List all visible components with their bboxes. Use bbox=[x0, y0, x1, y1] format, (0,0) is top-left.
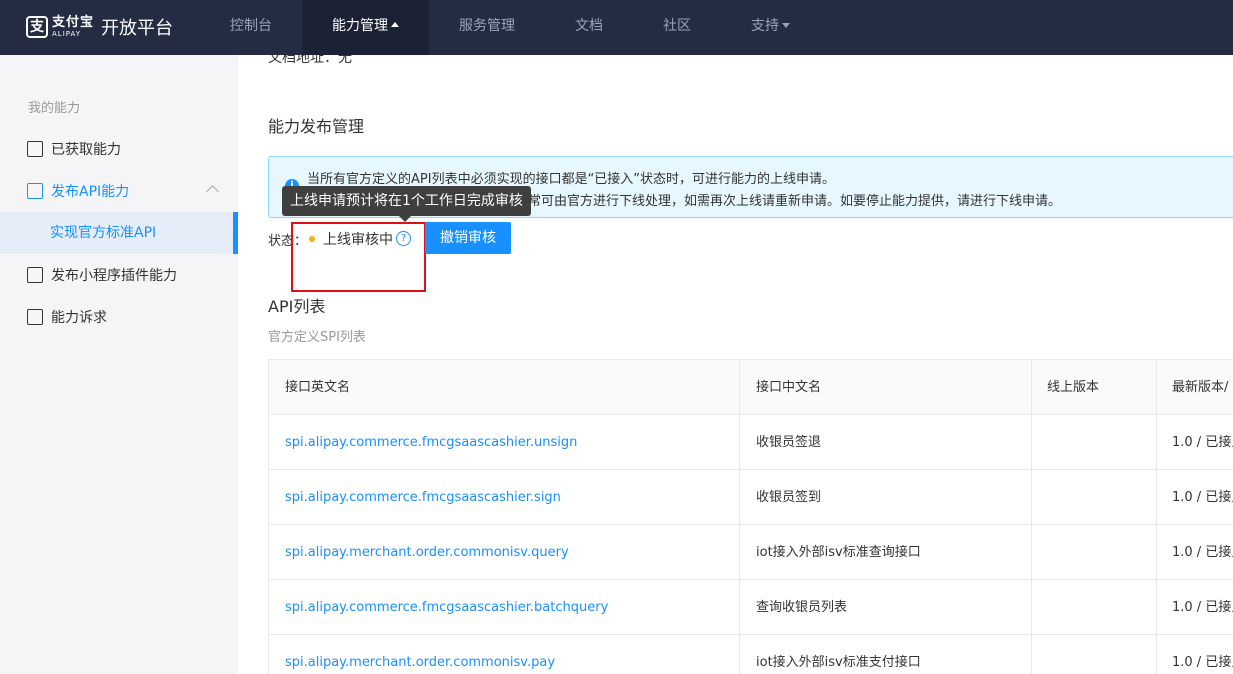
sidebar-item-label: 发布API能力 bbox=[51, 184, 130, 200]
sidebar-item-label: 发布小程序插件能力 bbox=[51, 268, 177, 284]
revoke-review-button[interactable]: 撤销审核 bbox=[425, 222, 511, 254]
sidebar-item-miniapp-plugin[interactable]: 发布小程序插件能力 bbox=[0, 254, 238, 296]
header-latest-version: 最新版本/ bbox=[1172, 380, 1229, 395]
api-online-version bbox=[1047, 470, 1167, 525]
sidebar-item-label: 已获取能力 bbox=[51, 142, 121, 158]
nav-docs-label: 文档 bbox=[575, 18, 603, 34]
api-publish-icon bbox=[27, 183, 43, 199]
api-latest-version: 1.0 / 已接入 bbox=[1172, 655, 1233, 670]
nav-capability-management[interactable]: 能力管理 bbox=[302, 0, 429, 55]
doc-address: 文档地址：无 bbox=[268, 55, 352, 66]
api-cn-name: 收银员签退 bbox=[756, 435, 822, 450]
main-content: 文档地址：无 能力发布管理 i 当所有官方定义的API列表中必须实现的接口都是“… bbox=[238, 55, 1233, 674]
platform-title[interactable]: 开放平台 bbox=[101, 14, 173, 40]
highlight-box bbox=[291, 222, 426, 292]
header-cn-name: 接口中文名 bbox=[756, 380, 822, 395]
nav-support-label: 支持 bbox=[751, 18, 779, 34]
api-latest-version: 1.0 / 已接入 bbox=[1172, 435, 1233, 450]
sidebar-item-official-api[interactable]: 实现官方标准API bbox=[0, 212, 238, 254]
api-en-link[interactable]: spi.alipay.merchant.order.commonisv.pay bbox=[285, 635, 735, 674]
request-icon bbox=[27, 309, 43, 325]
header-en-name: 接口英文名 bbox=[285, 380, 351, 395]
table-row: spi.alipay.commerce.fmcgsaascashier.unsi… bbox=[269, 415, 1233, 470]
section-title: 能力发布管理 bbox=[268, 117, 365, 136]
caret-up-icon bbox=[391, 22, 399, 27]
api-online-version bbox=[1047, 580, 1167, 635]
capability-icon bbox=[27, 141, 43, 157]
alipay-logo[interactable]: 支 支付宝 ALIPAY bbox=[26, 13, 94, 41]
api-online-version bbox=[1047, 415, 1167, 470]
logo-en-text: ALIPAY bbox=[52, 30, 82, 38]
api-list-subtitle: 官方定义SPI列表 bbox=[268, 330, 366, 345]
table-row: spi.alipay.commerce.fmcgsaascashier.batc… bbox=[269, 580, 1233, 635]
nav-service-management[interactable]: 服务管理 bbox=[429, 0, 545, 55]
nav-support[interactable]: 支持 bbox=[721, 0, 820, 55]
api-en-link[interactable]: spi.alipay.commerce.fmcgsaascashier.unsi… bbox=[285, 415, 735, 470]
api-table: 接口英文名 接口中文名 线上版本 最新版本/ spi.alipay.commer… bbox=[268, 359, 1233, 674]
alipay-logo-icon: 支 bbox=[26, 16, 48, 38]
caret-down-icon bbox=[782, 22, 790, 28]
header-online-version: 线上版本 bbox=[1047, 380, 1100, 395]
sidebar-item-label: 能力诉求 bbox=[51, 310, 107, 326]
sidebar: 我的能力 已获取能力 发布API能力 实现官方标准API 发布小程序插件能力 能… bbox=[0, 55, 238, 674]
api-en-link[interactable]: spi.alipay.merchant.order.commonisv.quer… bbox=[285, 525, 735, 580]
table-row: spi.alipay.merchant.order.commonisv.pay … bbox=[269, 635, 1233, 674]
nav-service-label: 服务管理 bbox=[459, 18, 515, 34]
api-cn-name: iot接入外部isv标准查询接口 bbox=[756, 545, 921, 560]
alert-line-1: 当所有官方定义的API列表中必须实现的接口都是“已接入”状态时，可进行能力的上线… bbox=[307, 172, 836, 187]
table-row: spi.alipay.merchant.order.commonisv.quer… bbox=[269, 525, 1233, 580]
api-cn-name: 查询收银员列表 bbox=[756, 600, 848, 615]
api-latest-version: 1.0 / 已接入 bbox=[1172, 600, 1233, 615]
sidebar-item-request[interactable]: 能力诉求 bbox=[0, 296, 238, 338]
nav-docs[interactable]: 文档 bbox=[545, 0, 633, 55]
nav-community-label: 社区 bbox=[663, 18, 691, 34]
api-list-title: API列表 bbox=[268, 297, 326, 316]
logo-cn-text: 支付宝 bbox=[52, 15, 95, 30]
main-nav: 控制台 能力管理 服务管理 文档 社区 支持 bbox=[200, 0, 820, 55]
plugin-icon bbox=[27, 267, 43, 283]
top-nav-bar: 支 支付宝 ALIPAY 开放平台 控制台 能力管理 服务管理 文档 社区 支持 bbox=[0, 0, 1233, 55]
api-latest-version: 1.0 / 已接入 bbox=[1172, 545, 1233, 560]
nav-console[interactable]: 控制台 bbox=[200, 0, 302, 55]
nav-capability-label: 能力管理 bbox=[332, 18, 388, 34]
chevron-up-icon bbox=[206, 185, 219, 198]
api-en-link[interactable]: spi.alipay.commerce.fmcgsaascashier.sign bbox=[285, 470, 735, 525]
nav-community[interactable]: 社区 bbox=[633, 0, 721, 55]
table-header-row: 接口英文名 接口中文名 线上版本 最新版本/ bbox=[269, 360, 1233, 415]
sidebar-item-publish-api[interactable]: 发布API能力 bbox=[0, 170, 238, 212]
api-en-link[interactable]: spi.alipay.commerce.fmcgsaascashier.batc… bbox=[285, 580, 735, 635]
sidebar-item-acquired[interactable]: 已获取能力 bbox=[0, 128, 238, 170]
api-cn-name: iot接入外部isv标准支付接口 bbox=[756, 655, 921, 670]
api-online-version bbox=[1047, 525, 1167, 580]
nav-console-label: 控制台 bbox=[230, 18, 272, 34]
api-latest-version: 1.0 / 已接入 bbox=[1172, 490, 1233, 505]
status-tooltip: 上线申请预计将在1个工作日完成审核 bbox=[282, 186, 531, 222]
table-row: spi.alipay.commerce.fmcgsaascashier.sign… bbox=[269, 470, 1233, 525]
api-cn-name: 收银员签到 bbox=[756, 490, 822, 505]
sidebar-heading: 我的能力 bbox=[28, 101, 81, 116]
api-online-version bbox=[1047, 635, 1167, 674]
